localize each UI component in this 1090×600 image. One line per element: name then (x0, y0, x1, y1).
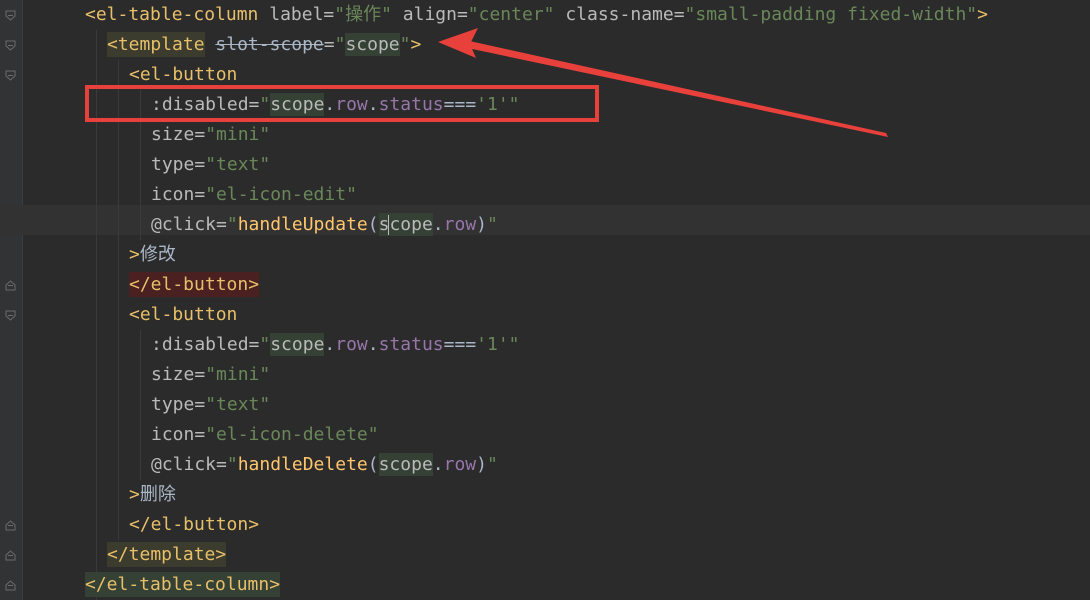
annotation-arrow (438, 28, 888, 137)
code-editor[interactable]: <el-table-column label="操作" align="cente… (0, 0, 1090, 600)
